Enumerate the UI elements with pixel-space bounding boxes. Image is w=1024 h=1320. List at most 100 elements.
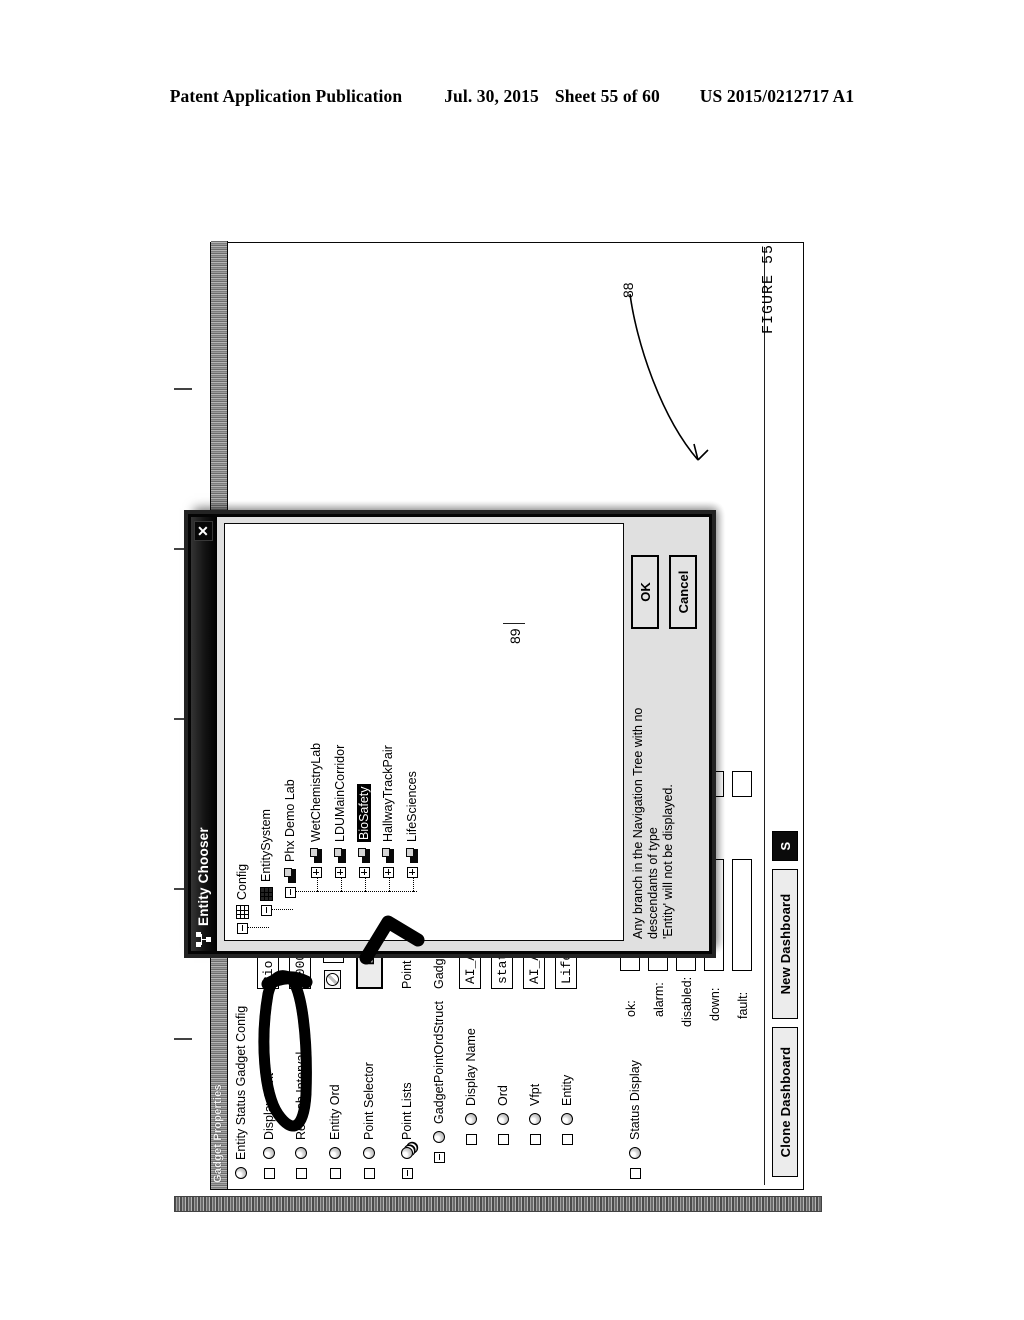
row-display-name[interactable]: Display Name <box>464 1028 478 1145</box>
figure-drawing: Gadget Properties Entity Status Gadget C… <box>174 210 842 1212</box>
row-point-lists[interactable]: Point Lists <box>400 1082 414 1179</box>
expander-icon[interactable] <box>382 867 394 878</box>
expander-icon[interactable] <box>406 867 418 878</box>
reference-numeral-88: 88 <box>620 282 636 298</box>
dialog-titlebar[interactable]: Entity Chooser ✕ <box>191 517 217 951</box>
tree-connector <box>341 878 342 892</box>
label-entity: Entity <box>560 1074 574 1106</box>
tree-item-entitysystem[interactable]: EntitySystem <box>259 809 273 916</box>
row-display-text[interactable]: Display Text <box>262 1073 276 1179</box>
new-dashboard-button[interactable]: New Dashboard <box>772 869 798 1019</box>
color-swatch-fault[interactable] <box>732 771 752 797</box>
row-vfpt[interactable]: Vfpt <box>528 1084 542 1145</box>
bullet-icon <box>235 1167 247 1179</box>
bullet-icon <box>529 1113 541 1125</box>
tree-item-label: EntitySystem <box>259 809 273 882</box>
checkbox-display-name[interactable] <box>465 1134 477 1145</box>
checkbox-ord[interactable] <box>497 1134 509 1145</box>
expander-icon[interactable] <box>310 867 322 878</box>
label-gadget-point-ord-struct: GadgetPointOrdStruct <box>432 1001 446 1124</box>
expander-icon[interactable] <box>358 867 370 878</box>
expander-icon[interactable] <box>236 923 248 934</box>
expander-point-lists[interactable] <box>401 1168 413 1179</box>
row-refresh-interval[interactable]: Refresh Interval <box>294 1052 308 1179</box>
checkbox-entity[interactable] <box>561 1134 573 1145</box>
grid-icon <box>259 887 273 901</box>
row-point-selector[interactable]: Point Selector <box>362 1062 376 1179</box>
entity-icon <box>381 847 395 863</box>
checkbox-status-display[interactable] <box>629 1168 641 1179</box>
tree-connector <box>317 878 318 892</box>
label-status-fault: fault: <box>736 991 750 1019</box>
network-tree-icon <box>196 932 211 947</box>
expander-icon[interactable] <box>284 887 296 898</box>
row-gadget-point-ord-struct[interactable]: GadgetPointOrdStruct <box>432 1001 446 1163</box>
bullet-icon <box>329 1147 341 1159</box>
bullet-icon <box>295 1147 307 1159</box>
section-title: Entity Status Gadget Config <box>234 1005 248 1160</box>
publication-date: Jul. 30, 2015 <box>444 86 539 106</box>
label-entity-ord: Entity Ord <box>328 1084 342 1140</box>
tree-item-config[interactable]: Config <box>235 864 249 934</box>
tree-connector <box>295 891 417 892</box>
entity-tree[interactable]: Config EntitySystem Phx Demo Lab WetChem… <box>224 523 624 941</box>
row-ord[interactable]: Ord <box>496 1085 510 1145</box>
tree-item-lifesciences[interactable]: LifeSciences <box>405 771 419 878</box>
tree-connector <box>389 878 390 892</box>
tree-item-label: LifeSciences <box>405 771 419 842</box>
cancel-button[interactable]: Cancel <box>669 555 697 629</box>
tree-item-biosafety[interactable]: BioSafety <box>357 784 371 878</box>
dialog-note-line2: 'Entity' will not be displayed. <box>661 784 675 939</box>
dialog-note-line1: Any branch in the Navigation Tree with n… <box>631 707 660 939</box>
tree-item-label: Phx Demo Lab <box>283 779 297 862</box>
patent-number: US 2015/0212717 A1 <box>699 86 855 106</box>
checkbox-refresh-interval[interactable] <box>295 1168 307 1179</box>
bullet-icon <box>433 1131 445 1143</box>
tree-item-label: Config <box>235 863 249 900</box>
tree-connector <box>413 878 414 892</box>
label-status-display: Status Display <box>628 1060 642 1140</box>
tree-item-ldumaincorridor[interactable]: LDUMainCorridor <box>333 745 347 878</box>
checkbox-point-selector[interactable] <box>363 1168 375 1179</box>
bullet-stack-icon <box>401 1147 413 1159</box>
row-status-display[interactable]: Status Display <box>628 1060 642 1179</box>
label-status-down: down: <box>708 987 722 1021</box>
entity-icon <box>309 847 323 863</box>
reference-numeral-89: 89 <box>507 628 523 644</box>
checkbox-vfpt[interactable] <box>529 1134 541 1145</box>
label-point-lists: Point Lists <box>400 1082 414 1140</box>
expander-gadget-point-ord-struct[interactable] <box>433 1152 445 1163</box>
page-header: Patent Application Publication Jul. 30, … <box>0 86 1024 107</box>
checkbox-entity-ord[interactable] <box>329 1168 341 1179</box>
tree-connector <box>271 909 293 910</box>
bullet-icon <box>465 1113 477 1125</box>
label-display-name: Display Name <box>464 1028 478 1106</box>
ok-button[interactable]: OK <box>631 555 659 629</box>
row-entity[interactable]: Entity <box>560 1075 574 1145</box>
clone-dashboard-button[interactable]: Clone Dashboard <box>772 1027 798 1177</box>
bullet-icon <box>497 1113 509 1125</box>
save-icon-button[interactable]: S <box>772 831 798 861</box>
globe-icon-button[interactable] <box>324 970 341 989</box>
scan-edge-artifact <box>174 1196 822 1212</box>
tree-item-label: WetChemistryLab <box>309 742 323 842</box>
tree-item-hallwaytrackpair[interactable]: HallwayTrackPair <box>381 745 395 878</box>
checkbox-display-text[interactable] <box>263 1168 275 1179</box>
label-vfpt: Vfpt <box>528 1083 542 1106</box>
expander-icon[interactable] <box>334 867 346 878</box>
tree-item-label-selected: BioSafety <box>357 784 371 842</box>
window-title: Gadget Properties <box>212 1084 224 1183</box>
section-header-row: Entity Status Gadget Config <box>234 1006 248 1179</box>
reference-leader-89 <box>503 623 525 624</box>
close-icon[interactable]: ✕ <box>194 521 213 541</box>
input-status-fault[interactable] <box>732 859 752 971</box>
row-entity-ord[interactable]: Entity Ord <box>328 1084 342 1179</box>
bullet-icon <box>363 1147 375 1159</box>
label-ord: Ord <box>496 1085 510 1106</box>
bullet-icon <box>263 1147 275 1159</box>
expander-icon[interactable] <box>260 905 272 916</box>
tree-item-wetchemistrylab[interactable]: WetChemistryLab <box>309 743 323 878</box>
entity-icon <box>357 847 371 863</box>
tree-item-phx-demo-lab[interactable]: Phx Demo Lab <box>283 779 297 898</box>
bullet-icon <box>561 1113 573 1125</box>
